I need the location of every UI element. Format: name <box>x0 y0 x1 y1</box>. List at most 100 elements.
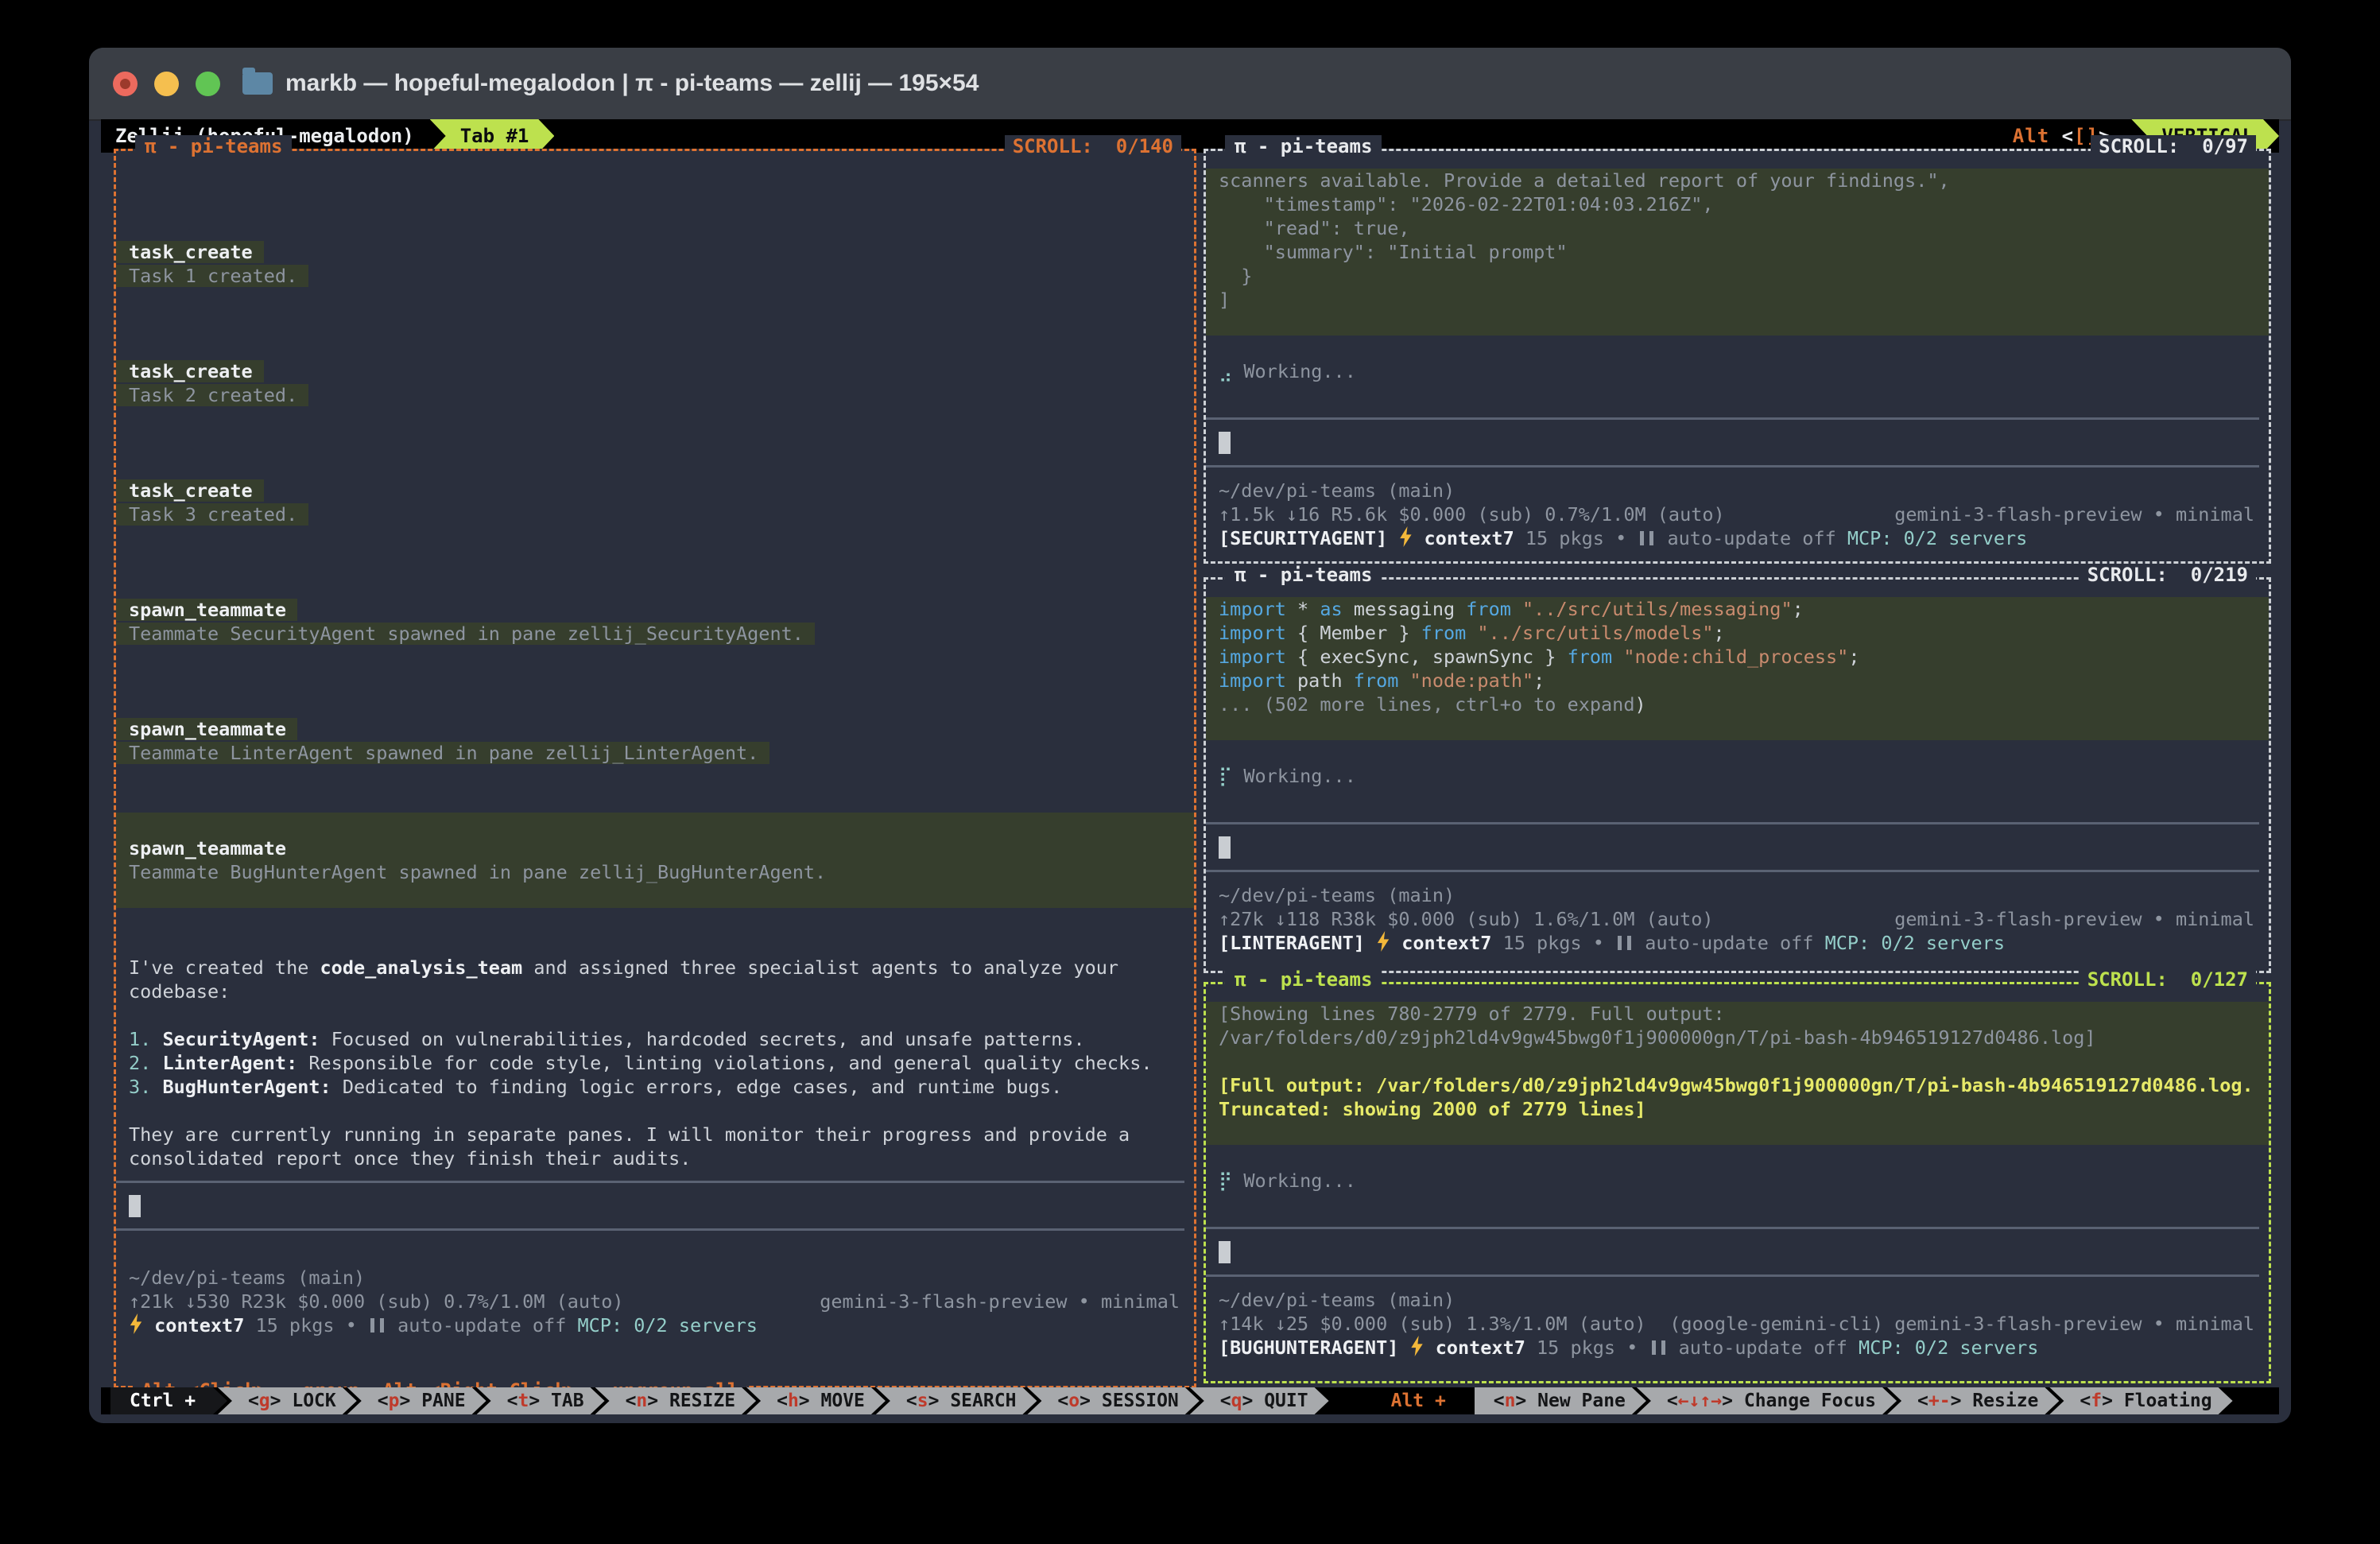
terminal-line <box>129 574 1186 598</box>
cursor-block <box>1219 1241 1231 1263</box>
keybar-item-session[interactable]: <o> SESSION <box>1027 1387 1199 1414</box>
terminal-line: "read": true, <box>1206 216 2269 240</box>
pane-left-orchestrator[interactable]: π - pi-teams SCROLL: 0/140 task_createTa… <box>114 149 1196 1388</box>
lightning-icon <box>1398 526 1413 547</box>
terminal-line: 3. BugHunterAgent: Dedicated to finding … <box>129 1075 1186 1099</box>
keybar-item-pane[interactable]: <p> PANE <box>347 1387 486 1414</box>
terminal-line: "summary": "Initial prompt" <box>1206 240 2269 264</box>
pane-content: scanners available. Provide a detailed r… <box>1206 151 2269 561</box>
lightning-icon <box>1410 1336 1425 1356</box>
keybar-item-quit[interactable]: <q> QUIT <box>1190 1387 1329 1414</box>
terminal-line <box>129 765 1186 789</box>
separator-line <box>1219 455 2261 479</box>
terminal-line: ↑14k ↓25 $0.000 (sub) 1.3%/1.0M (auto)(g… <box>1219 1312 2261 1336</box>
terminal-line <box>129 288 1186 312</box>
terminal-line: spawn_teammate <box>129 598 1186 622</box>
terminal-line: [LINTERAGENT] context7 15 pkgs • auto-up… <box>1219 931 2261 955</box>
terminal-line: spawn_teammate <box>129 717 1186 741</box>
minimize-button[interactable] <box>154 72 179 96</box>
terminal-line: consolidated report once they finish the… <box>129 1146 1186 1170</box>
cursor-block <box>129 1195 141 1217</box>
terminal-line: ⡟ Working... <box>1219 1169 2261 1193</box>
close-button[interactable] <box>113 72 138 96</box>
terminal-line <box>129 1003 1186 1027</box>
keybar-item-move[interactable]: <h> MOVE <box>746 1387 886 1414</box>
pane-linter-agent[interactable]: π - pi-teams SCROLL: 0/219 import * as m… <box>1204 577 2271 973</box>
terminal-line: import path from "node:path"; <box>1206 669 2269 692</box>
terminal-line <box>129 192 1186 216</box>
window-titlebar[interactable]: markb — hopeful-megalodon | π - pi-teams… <box>89 48 2291 121</box>
terminal-line: ↑21k ↓530 R23k $0.000 (sub) 0.7%/1.0M (a… <box>129 1290 1186 1313</box>
keybar-item-tab[interactable]: <t> TAB <box>477 1387 605 1414</box>
terminal-line: [Full output: /var/folders/d0/z9jph2ld4v… <box>1206 1073 2269 1097</box>
terminal-line <box>129 669 1186 693</box>
terminal-line: spawn_teammate <box>116 836 1194 860</box>
terminal-line <box>129 550 1186 574</box>
terminal-line <box>129 216 1186 240</box>
zellij-tab-bar: Zellij (hopeful-megalodon) Tab #1 Alt <[… <box>101 119 2279 153</box>
terminal-line <box>1206 716 2269 740</box>
terminal-line <box>116 813 1194 836</box>
keybar-item-search[interactable]: <s> SEARCH <box>876 1387 1037 1414</box>
keybar-item-floating[interactable]: <f> Floating <box>2049 1387 2232 1414</box>
cursor-line <box>1219 1240 2261 1264</box>
terminal-line: import { execSync, spawnSync } from "nod… <box>1206 645 2269 669</box>
terminal-line <box>129 789 1186 813</box>
terminal-line: codebase: <box>129 980 1186 1003</box>
terminal-line: import { Member } from "../src/utils/mod… <box>1206 621 2269 645</box>
terminal-line: import * as messaging from "../src/utils… <box>1206 597 2269 621</box>
pause-icon <box>1640 531 1653 545</box>
terminal-line <box>1219 1145 2261 1169</box>
terminal-line: Teammate BugHunterAgent spawned in pane … <box>116 860 1194 884</box>
pane-bughunter-agent[interactable]: π - pi-teams SCROLL: 0/127 [Showing line… <box>1204 982 2271 1383</box>
zoom-button[interactable] <box>196 72 220 96</box>
terminal-line <box>129 431 1186 455</box>
terminal-line: Task 3 created. <box>129 502 1186 526</box>
keybar-item-new-pane[interactable]: <n> New Pane <box>1475 1387 1646 1414</box>
keybar-item-resize[interactable]: <n> RESIZE <box>595 1387 757 1414</box>
terminal-line <box>129 908 1186 932</box>
keybar-item-lock[interactable]: <g> LOCK <box>218 1387 357 1414</box>
window-title-group: markb — hopeful-megalodon | π - pi-teams… <box>242 70 979 97</box>
terminal-line: 1. SecurityAgent: Focused on vulnerabili… <box>129 1027 1186 1051</box>
terminal-line: ⣠ Working... <box>1219 359 2261 383</box>
terminal-line <box>116 884 1194 908</box>
terminal-line <box>1206 312 2269 336</box>
terminal-line <box>129 1242 1186 1266</box>
keybar-alt-group: <n> New Pane<←↓↑→> Change Focus<+-> Resi… <box>1475 1387 2233 1414</box>
keybar-item-change-focus[interactable]: <←↓↑→> Change Focus <box>1637 1387 1897 1414</box>
terminal-line <box>129 1099 1186 1123</box>
separator-line <box>1219 1216 2261 1240</box>
terminal-line <box>1219 1193 2261 1216</box>
terminal-line: Teammate SecurityAgent spawned in pane z… <box>129 622 1186 646</box>
pause-icon <box>370 1318 384 1333</box>
terminal-line: ~/dev/pi-teams (main) <box>1219 1288 2261 1312</box>
keybar-alt-modifier: Alt + <box>1391 1387 1457 1414</box>
terminal-line: task_create <box>129 240 1186 264</box>
terminal-line: ⡏ Working... <box>1219 764 2261 788</box>
terminal-line <box>1206 1121 2269 1145</box>
separator-line <box>1219 859 2261 883</box>
terminal-line: "timestamp": "2026-02-22T01:04:03.216Z", <box>1206 192 2269 216</box>
terminal-line: /var/folders/d0/z9jph2ld4v9gw45bwg0f1j90… <box>1206 1026 2269 1049</box>
pane-security-agent[interactable]: π - pi-teams SCROLL: 0/97 scanners avail… <box>1204 149 2271 564</box>
terminal-line: task_create <box>129 479 1186 502</box>
traffic-lights <box>113 72 220 96</box>
terminal-line <box>129 407 1186 431</box>
separator-line <box>129 1218 1186 1242</box>
terminal-line <box>129 455 1186 479</box>
cursor-line <box>1219 836 2261 859</box>
cursor-block <box>1219 432 1231 454</box>
terminal-line: I've created the code_analysis_team and … <box>129 956 1186 980</box>
terminal-line <box>129 932 1186 956</box>
terminal-line: ↑27k ↓118 R38k $0.000 (sub) 1.6%/1.0M (a… <box>1219 907 2261 931</box>
lightning-icon <box>129 1313 143 1334</box>
keybar-item-resize[interactable]: <+-> Resize <box>1887 1387 2059 1414</box>
terminal-line <box>1206 1049 2269 1073</box>
terminal-line: scanners available. Provide a detailed r… <box>1206 169 2269 192</box>
pane-content: [Showing lines 780-2779 of 2779. Full ou… <box>1206 984 2269 1381</box>
separator-line <box>1219 407 2261 431</box>
tab-1[interactable]: Tab #1 <box>430 119 555 153</box>
terminal-line: 2. LinterAgent: Responsible for code sty… <box>129 1051 1186 1075</box>
lightning-icon <box>1376 931 1390 952</box>
